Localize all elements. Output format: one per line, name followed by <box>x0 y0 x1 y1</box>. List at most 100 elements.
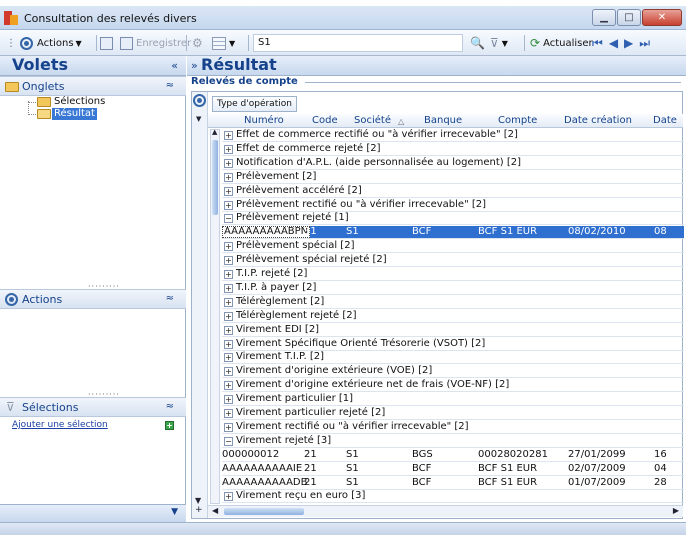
horizontal-scroll-thumb[interactable] <box>224 508 304 515</box>
group-row[interactable]: + T.I.P. à payer [2] <box>222 282 684 295</box>
group-row[interactable]: + Virement reçu en euro [3] <box>222 490 684 504</box>
filter-button[interactable]: ⊽ ▼ <box>490 34 508 52</box>
minimize-button[interactable]: ▁ <box>592 9 616 26</box>
expand-icon[interactable]: + <box>224 270 233 279</box>
link-button[interactable]: ⚙ <box>192 34 203 52</box>
add-selection-link[interactable]: Ajouter une sélection <box>12 420 108 430</box>
previous-record-icon[interactable]: ◀ <box>609 36 618 50</box>
vertical-scroll-thumb[interactable] <box>212 140 218 215</box>
expand-icon[interactable]: + <box>224 256 233 266</box>
vertical-scrollbar[interactable]: ▲ <box>210 128 220 504</box>
group-by-chip[interactable]: Type d'opération <box>212 96 297 112</box>
collapse-section-icon[interactable]: ≈ <box>166 401 174 412</box>
add-icon[interactable]: + <box>165 421 174 430</box>
collapse-left-icon[interactable]: « <box>171 59 178 72</box>
expand-icon[interactable]: + <box>224 409 233 418</box>
expand-icon[interactable]: + <box>224 158 233 168</box>
group-row[interactable]: + Télérèglement [2] <box>222 296 684 309</box>
expand-icon[interactable]: + <box>224 367 233 377</box>
next-record-icon[interactable]: ▶ <box>624 36 633 50</box>
expand-icon[interactable]: + <box>224 325 233 335</box>
selections-section-header[interactable]: ⊽ Sélections ≈ <box>0 397 186 417</box>
preview-icon <box>100 36 113 50</box>
expand-icon[interactable]: + <box>224 381 233 391</box>
scroll-up-icon[interactable]: ▲ <box>212 128 217 136</box>
close-button[interactable]: ✕ <box>642 9 682 26</box>
expand-icon[interactable]: + <box>224 172 233 182</box>
collapse-icon[interactable]: − <box>224 214 233 224</box>
refresh-button[interactable]: ⟳ Actualiser <box>530 34 593 52</box>
column-header-societe[interactable]: Société <box>354 115 391 126</box>
expand-icon[interactable]: + <box>224 353 233 363</box>
group-row[interactable]: + Virement d'origine extérieure (VOE) [2] <box>222 365 684 379</box>
group-row[interactable]: + Virement rectifié ou "à vérifier irrece… <box>222 421 684 434</box>
row-nav-icon[interactable]: ▼ <box>195 496 201 505</box>
group-row[interactable]: + Prélèvement rectifié ou "à vérifier irr… <box>222 199 684 212</box>
collapse-icon[interactable]: − <box>224 436 233 446</box>
actions-section-header[interactable]: Actions ≈ <box>0 289 186 309</box>
actions-button[interactable]: ⋮ Actions ▼ <box>6 34 82 52</box>
save-button[interactable]: Enregistrer <box>120 34 191 52</box>
group-row[interactable]: + Prélèvement accéléré [2] <box>222 185 684 198</box>
expand-icon[interactable]: + <box>224 339 233 349</box>
table-row[interactable]: AAAAAAAAAADB 21 S1 BCF BCF S1 EUR 01/07/2009 2… <box>222 477 684 490</box>
grid-options-icon[interactable] <box>193 94 206 107</box>
expand-icon[interactable]: + <box>224 200 233 210</box>
expand-icon[interactable]: + <box>224 242 233 252</box>
column-header-code[interactable]: Code <box>312 115 338 126</box>
expand-icon[interactable]: + <box>224 144 233 154</box>
maximize-button[interactable]: □ <box>617 9 641 26</box>
column-header-date[interactable]: Date <box>653 115 677 126</box>
expand-icon[interactable]: + <box>224 395 233 405</box>
group-row[interactable]: + Virement EDI [2] <box>222 324 684 337</box>
group-row-label: T.I.P. à payer [2] <box>236 281 317 293</box>
collapse-section-icon[interactable]: ≈ <box>166 293 174 304</box>
tree-item-selections[interactable]: Sélections <box>54 96 105 108</box>
collapse-section-icon[interactable]: ≈ <box>166 80 174 91</box>
column-header-numero[interactable]: Numéro <box>244 115 284 126</box>
group-row[interactable]: + Prélèvement spécial [2] <box>222 240 684 254</box>
first-record-icon[interactable]: ⏮ <box>592 36 603 51</box>
scroll-right-icon[interactable]: ▶ <box>673 506 679 515</box>
print-button[interactable]: ▼ <box>212 34 235 52</box>
expand-right-icon[interactable]: » <box>191 59 198 72</box>
table-row[interactable]: 000000012 21 S1 BGS 00028020281 27/01/2099 16 <box>222 449 684 462</box>
onglets-section-header[interactable]: Onglets ≈ <box>0 76 186 96</box>
group-row[interactable]: − Virement rejeté [3] <box>222 435 684 448</box>
search-button[interactable]: 🔍 <box>470 34 485 52</box>
group-row[interactable]: + Prélèvement [2] <box>222 171 684 184</box>
group-row[interactable]: + Télérèglement rejeté [2] <box>222 310 684 323</box>
expand-icon[interactable]: + <box>224 297 233 307</box>
expand-icon[interactable]: + <box>224 186 233 196</box>
last-record-icon[interactable]: ⏭ <box>639 36 650 51</box>
expand-icon[interactable]: + <box>224 492 233 502</box>
search-input[interactable]: S1 <box>253 34 463 52</box>
group-row[interactable]: + Prélèvement spécial rejeté [2] <box>222 254 684 268</box>
expand-icon[interactable]: + <box>224 131 233 140</box>
preview-button[interactable] <box>100 34 116 52</box>
group-row[interactable]: + Virement d'origine extérieure net de fr… <box>222 379 684 393</box>
column-header-banque[interactable]: Banque <box>424 115 462 126</box>
group-row[interactable]: + T.I.P. rejeté [2] <box>222 268 684 281</box>
group-row[interactable]: + Virement particulier [1] <box>222 393 684 407</box>
group-row-label: Virement rectifié ou "à vérifier irrecev… <box>236 420 469 432</box>
add-row-icon[interactable]: + <box>195 505 203 515</box>
column-header-compte[interactable]: Compte <box>498 115 537 126</box>
group-row[interactable]: − Prélèvement rejeté [1] <box>222 212 684 226</box>
group-row[interactable]: + Virement T.I.P. [2] <box>222 351 684 365</box>
tree-item-resultat[interactable]: Résultat <box>52 108 97 120</box>
column-header-date-creation[interactable]: Date création <box>564 115 632 126</box>
chevron-down-icon[interactable]: ▼ <box>171 507 178 517</box>
group-row[interactable]: + Virement particulier rejeté [2] <box>222 407 684 420</box>
group-row[interactable]: + Virement Spécifique Orienté Trésorerie … <box>222 338 684 351</box>
group-row[interactable]: + Effet de commerce rejeté [2] <box>222 143 684 156</box>
scroll-left-icon[interactable]: ◀ <box>212 506 218 515</box>
group-row[interactable]: + Effet de commerce rectifié ou "à vérifi… <box>222 129 684 142</box>
expand-icon[interactable]: + <box>224 422 233 432</box>
expand-icon[interactable]: + <box>224 283 233 293</box>
horizontal-scrollbar[interactable]: ◀ ▶ <box>208 505 683 517</box>
group-row[interactable]: + Notification d'A.P.L. (aide personnalis… <box>222 157 684 170</box>
table-row[interactable]: AAAAAAAAABPN 31 S1 BCF BCF S1 EUR 08/02/2010 0… <box>222 226 684 240</box>
expand-icon[interactable]: + <box>224 311 233 321</box>
table-row[interactable]: AAAAAAAAAAIE 21 S1 BCF BCF S1 EUR 02/07/2009 0… <box>222 463 684 476</box>
